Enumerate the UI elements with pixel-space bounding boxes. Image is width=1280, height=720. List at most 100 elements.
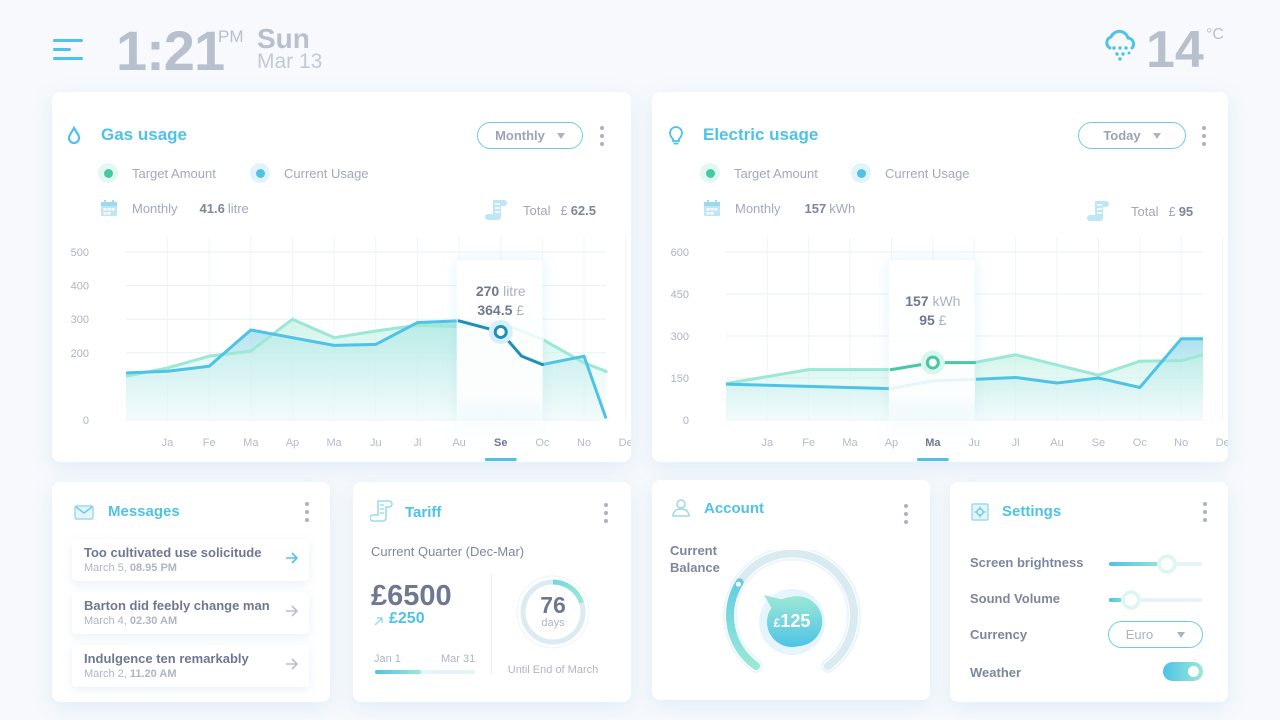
arrow-right-icon (286, 605, 299, 617)
user-icon (672, 499, 690, 517)
highlight-point[interactable] (493, 324, 508, 339)
hamburger-menu-icon (53, 39, 83, 60)
x-tick-label[interactable]: Jl (1012, 437, 1020, 449)
x-tick-label[interactable]: Se (1092, 437, 1105, 449)
envelope-icon (74, 505, 94, 520)
tariff-subtitle: Current Quarter (Dec-Mar) (371, 544, 525, 559)
electric-title: Electric usage (703, 125, 819, 144)
settings-more-options-icon[interactable] (1203, 502, 1207, 522)
gas-monthly-unit: litre (227, 200, 249, 216)
message-item[interactable]: Indulgence ten remarkably March 2, 11.20… (72, 645, 309, 687)
legend-target-label: Target Amount (132, 165, 216, 181)
x-tick-label[interactable]: Ap (885, 437, 898, 449)
y-tick-label: 300 (671, 331, 689, 343)
x-tick-label[interactable]: De (1216, 437, 1228, 449)
x-tick-label[interactable]: Ja (162, 437, 175, 449)
tooltip-line-1: 270 litre (476, 283, 526, 299)
volume-label: Sound Volume (970, 591, 1061, 606)
legend-target: Target Amount (700, 163, 818, 183)
electric-total-label: Total (1131, 203, 1159, 219)
tariff-change: £250 (389, 610, 425, 627)
currency-value: Euro (1125, 627, 1154, 642)
x-tick-label[interactable]: De (619, 437, 631, 449)
x-tick-label[interactable]: Jl (413, 437, 421, 449)
tariff-range-start: Jan 1 (374, 653, 401, 665)
x-tick-label[interactable]: Ma (925, 437, 941, 449)
message-item[interactable]: Too cultivated use solicitude March 5, 0… (72, 539, 309, 581)
messages-more-options-icon[interactable] (305, 502, 309, 522)
x-tick-label[interactable]: Fe (802, 437, 815, 449)
receipt-scroll-icon (1087, 201, 1109, 221)
balance-label-line1: Current (670, 543, 717, 558)
brightness-slider-knob[interactable] (1157, 555, 1176, 573)
electric-more-options-icon[interactable] (1202, 126, 1206, 146)
x-tick-label[interactable]: Ma (326, 437, 342, 449)
message-date-day: March 2, (84, 668, 127, 680)
temperature-value: 14 (1146, 21, 1204, 79)
tooltip-line-2: 95 £ (919, 312, 946, 328)
balance-value: £125 (762, 611, 822, 632)
volume-slider-knob[interactable] (1122, 591, 1141, 609)
menu-button[interactable] (53, 39, 84, 61)
x-tick-label[interactable]: Ma (243, 437, 259, 449)
flame-drop-icon (67, 126, 81, 144)
y-tick-label: 300 (71, 314, 89, 326)
caret-down-icon (1177, 631, 1186, 638)
divider (491, 574, 492, 674)
x-tick-label[interactable]: Ma (842, 437, 858, 449)
highlight-point[interactable] (925, 355, 940, 370)
electric-monthly-label: Monthly (735, 200, 781, 216)
legend-current-label: Current Usage (284, 165, 369, 181)
message-subject: Indulgence ten remarkably (84, 651, 249, 666)
brightness-slider[interactable] (1109, 555, 1202, 573)
x-tick-label[interactable]: Ju (968, 437, 980, 449)
x-tick-label[interactable]: Oc (1133, 437, 1148, 449)
x-tick-label[interactable]: Au (452, 437, 465, 449)
x-tick-label[interactable]: Se (494, 437, 507, 449)
gas-total-currency: £ (560, 202, 568, 218)
selected-month-indicator (916, 458, 949, 461)
electric-monthly-unit: kWh (829, 200, 856, 216)
x-tick-label[interactable]: Oc (535, 437, 550, 449)
y-tick-label: 0 (83, 415, 89, 427)
current-dot-icon (250, 163, 270, 183)
days-value: 76 (540, 592, 566, 618)
x-tick-label[interactable]: No (1174, 437, 1188, 449)
account-title: Account (704, 500, 764, 517)
weather-toggle-knob (1188, 666, 1199, 677)
weather-toggle[interactable] (1163, 662, 1203, 681)
gas-total-stat: Total £ 62.5 (485, 199, 599, 221)
tariff-title: Tariff (405, 504, 442, 521)
x-tick-label[interactable]: Ju (370, 437, 382, 449)
account-more-options-icon[interactable] (904, 504, 908, 524)
x-tick-label[interactable]: Ja (761, 437, 774, 449)
x-tick-label[interactable]: Au (1050, 437, 1063, 449)
x-tick-label[interactable]: Ap (286, 437, 299, 449)
y-tick-label: 500 (71, 247, 89, 259)
legend-target-label: Target Amount (734, 165, 818, 181)
x-tick-label[interactable]: Fe (203, 437, 216, 449)
y-tick-label: 0 (683, 415, 689, 427)
weather-widget[interactable]: 14 °C (1100, 21, 1230, 84)
gas-more-options-icon[interactable] (600, 126, 604, 146)
caret-down-icon (556, 132, 565, 139)
account-card: Account Current Balance £125 (652, 480, 930, 700)
settings-card: Settings Screen brightness Sound Volume … (950, 482, 1228, 702)
currency-dropdown[interactable]: Euro (1108, 621, 1203, 648)
electric-period-dropdown[interactable]: Today (1078, 122, 1186, 149)
gas-monthly-value: 41.6 (199, 200, 225, 216)
volume-slider[interactable] (1109, 591, 1202, 609)
gas-period-dropdown[interactable]: Monthly (477, 122, 583, 149)
x-tick-label[interactable]: No (577, 437, 591, 449)
gas-usage-chart[interactable]: 0 200 300 400 500 270 litre 364.5 £ Ja Fe Ma Ap Ma J… (52, 232, 631, 462)
receipt-scroll-icon (485, 200, 507, 220)
message-item[interactable]: Barton did feebly change man March 4, 02… (72, 592, 309, 634)
message-date-time: 02.30 AM (129, 615, 178, 627)
electric-usage-chart[interactable]: 0 150 300 450 600 157 kWh 95 £ Ja Fe Ma Ap Ma Ju Jl Au… (652, 232, 1228, 462)
tariff-more-options-icon[interactable] (604, 503, 608, 523)
message-date-day: March 5, (84, 562, 127, 574)
chart-tooltip (888, 260, 975, 440)
tariff-card: Tariff Current Quarter (Dec-Mar) £6500 £… (353, 482, 631, 702)
clock-date: Mar 13 (257, 50, 323, 73)
calendar-icon (101, 200, 117, 216)
